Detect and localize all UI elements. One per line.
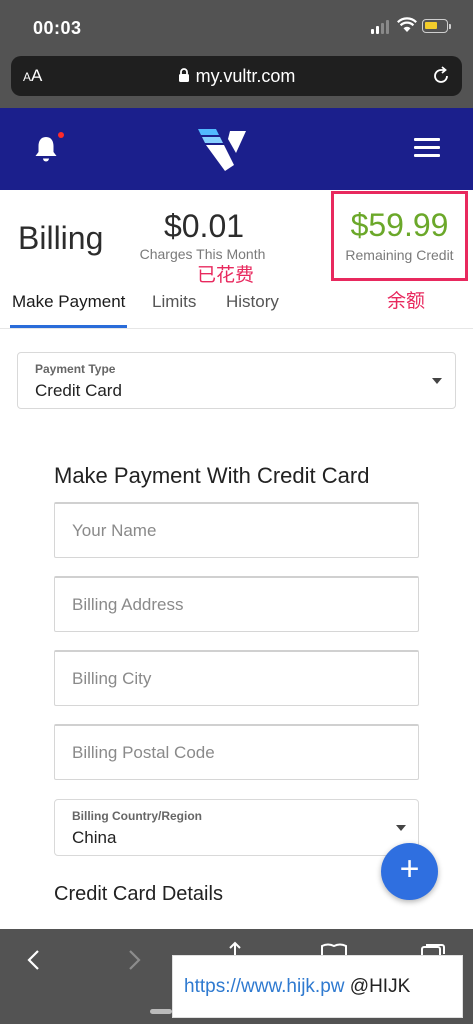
- reload-icon[interactable]: [430, 65, 452, 87]
- address-bar[interactable]: AA my.vultr.com: [11, 56, 462, 96]
- hamburger-menu-icon[interactable]: [414, 138, 440, 158]
- tab-history[interactable]: History: [226, 292, 279, 312]
- url-display[interactable]: my.vultr.com: [11, 66, 462, 87]
- notification-dot: [58, 132, 64, 138]
- add-button[interactable]: +: [381, 843, 438, 900]
- status-bar: 00:03: [0, 0, 473, 52]
- tab-make-payment[interactable]: Make Payment: [12, 292, 125, 312]
- plus-icon: +: [399, 850, 420, 888]
- forward-icon[interactable]: [126, 949, 142, 971]
- watermark-handle: @HIJK: [349, 976, 411, 997]
- watermark-link: https://www.hijk.pw: [184, 976, 345, 997]
- home-indicator: [150, 1009, 172, 1014]
- payment-type-label: Payment Type: [35, 362, 116, 376]
- country-value: China: [72, 828, 117, 847]
- cellular-signal-icon: [371, 20, 391, 34]
- credit-card-details-heading: Credit Card Details: [54, 883, 223, 905]
- vultr-logo[interactable]: [196, 125, 248, 173]
- country-select[interactable]: Billing Country/Region China: [54, 799, 419, 856]
- browser-address-area: AA my.vultr.com: [0, 52, 473, 108]
- form-heading: Make Payment With Credit Card: [54, 463, 370, 488]
- charges-amount: $0.01: [163, 208, 245, 244]
- tab-limits[interactable]: Limits: [152, 292, 196, 312]
- chevron-down-icon: [432, 378, 442, 384]
- billing-postal-code-input[interactable]: [54, 724, 419, 780]
- annotation-remaining: 余额: [387, 290, 426, 312]
- chevron-down-icon: [396, 825, 406, 831]
- wifi-icon: [397, 17, 417, 32]
- billing-address-input[interactable]: [54, 576, 419, 632]
- url-text: my.vultr.com: [195, 66, 296, 86]
- page-title: Billing: [18, 220, 104, 256]
- battery-icon: [422, 19, 448, 33]
- billing-city-input[interactable]: [54, 650, 419, 706]
- credit-label: Remaining Credit: [345, 247, 454, 263]
- payment-type-value: Credit Card: [35, 381, 122, 400]
- status-time: 00:03: [33, 18, 82, 38]
- credit-amount: $59.99: [350, 207, 449, 243]
- lock-icon: [178, 68, 189, 82]
- name-input[interactable]: [54, 502, 419, 558]
- notification-bell-icon[interactable]: [33, 134, 59, 164]
- country-label: Billing Country/Region: [72, 809, 202, 823]
- watermark: https://www.hijk.pw @HIJK: [172, 955, 463, 1018]
- site-header: [0, 108, 473, 190]
- remaining-credit-highlight: $59.99 Remaining Credit: [331, 191, 468, 281]
- back-icon[interactable]: [26, 949, 42, 971]
- tabs-divider: [0, 328, 473, 329]
- payment-type-select[interactable]: Payment Type Credit Card: [17, 352, 456, 409]
- annotation-spent: 已花费: [197, 264, 255, 286]
